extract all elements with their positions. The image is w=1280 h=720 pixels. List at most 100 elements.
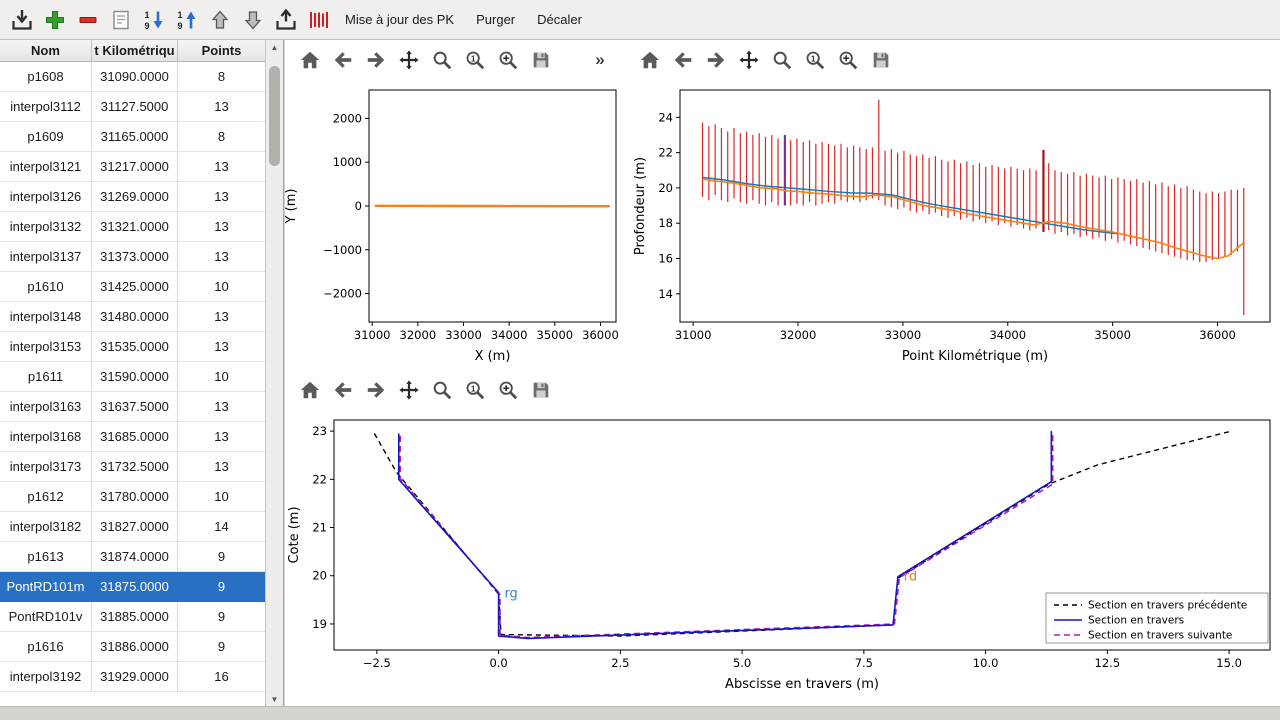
export-icon[interactable] [272, 6, 299, 33]
import-icon[interactable] [8, 6, 35, 33]
table-row[interactable]: interpol312631269.000013 [0, 182, 266, 212]
forward-icon[interactable] [363, 377, 389, 403]
table-row[interactable]: interpol311231127.500013 [0, 92, 266, 122]
zoom-one-icon[interactable] [462, 47, 488, 73]
edit-icon[interactable] [107, 6, 134, 33]
menu-purger[interactable]: Purger [467, 7, 524, 32]
table-row[interactable]: p161131590.000010 [0, 362, 266, 392]
table-row[interactable]: p161031425.000010 [0, 272, 266, 302]
back-icon[interactable] [330, 47, 356, 73]
pan-icon[interactable] [736, 47, 762, 73]
column-header-points[interactable]: Points [178, 40, 266, 61]
home-icon[interactable] [637, 47, 663, 73]
svg-text:14: 14 [658, 287, 673, 301]
table-cell: 31590.0000 [92, 362, 178, 392]
table-cell: interpol3121 [0, 152, 92, 182]
table-row[interactable]: PontRD101v31885.00009 [0, 602, 266, 632]
forward-icon[interactable] [703, 47, 729, 73]
pan-icon[interactable] [396, 47, 422, 73]
table-cell: interpol3112 [0, 92, 92, 122]
svg-text:20: 20 [658, 181, 673, 195]
move-up-icon[interactable] [206, 6, 233, 33]
table-row[interactable]: interpol314831480.000013 [0, 302, 266, 332]
zoom-one-icon[interactable] [802, 47, 828, 73]
table-cell: p1608 [0, 62, 92, 92]
zoom-icon[interactable] [429, 47, 455, 73]
table-row[interactable]: interpol312131217.000013 [0, 152, 266, 182]
home-icon[interactable] [297, 47, 323, 73]
back-icon[interactable] [670, 47, 696, 73]
svg-text:−2000: −2000 [323, 287, 362, 301]
add-icon[interactable] [41, 6, 68, 33]
svg-text:18: 18 [658, 216, 673, 230]
table-cell: 13 [178, 422, 266, 452]
scroll-up-icon[interactable]: ▲ [266, 40, 283, 54]
table-cell: 31885.0000 [92, 602, 178, 632]
toolbar-overflow-button[interactable]: » [587, 47, 613, 73]
table-row[interactable]: interpol319231929.000016 [0, 662, 266, 692]
longitudinal-profile-chart[interactable]: 3100032000330003400035000360001416182022… [630, 78, 1280, 370]
back-icon[interactable] [330, 377, 356, 403]
scroll-down-icon[interactable]: ▼ [266, 692, 283, 706]
table-cell: p1616 [0, 632, 92, 662]
forward-icon[interactable] [363, 47, 389, 73]
table-cell: interpol3148 [0, 302, 92, 332]
sort-desc-icon[interactable] [173, 6, 200, 33]
table-cell: 31535.0000 [92, 332, 178, 362]
table-cell: 31874.0000 [92, 542, 178, 572]
save-icon[interactable] [528, 377, 554, 403]
table-cell: interpol3173 [0, 452, 92, 482]
column-header-nom[interactable]: Nom [0, 40, 92, 61]
move-down-icon[interactable] [239, 6, 266, 33]
remove-icon[interactable] [74, 6, 101, 33]
zoom-plus-icon[interactable] [835, 47, 861, 73]
table-row[interactable]: interpol318231827.000014 [0, 512, 266, 542]
table-cell: 16 [178, 662, 266, 692]
menu-decaler[interactable]: Décaler [528, 7, 591, 32]
zoom-one-icon[interactable] [462, 377, 488, 403]
save-icon[interactable] [868, 47, 894, 73]
table-row[interactable]: interpol313231321.000013 [0, 212, 266, 242]
zoom-icon[interactable] [429, 377, 455, 403]
zoom-plus-icon[interactable] [495, 377, 521, 403]
svg-text:35000: 35000 [1094, 328, 1131, 342]
svg-text:−2.5: −2.5 [363, 656, 391, 670]
plan-view-chart[interactable]: 310003200033000340003500036000−2000−1000… [285, 78, 621, 370]
zoom-icon[interactable] [769, 47, 795, 73]
sort-asc-icon[interactable] [140, 6, 167, 33]
svg-text:2.5: 2.5 [611, 656, 629, 670]
sections-icon[interactable] [305, 6, 332, 33]
toolbar-icons [8, 6, 332, 33]
table-cell: PontRD101m [0, 572, 92, 602]
menu-mise-a-jour-des-pk[interactable]: Mise à jour des PK [336, 7, 463, 32]
svg-text:32000: 32000 [780, 328, 817, 342]
table-cell: 14 [178, 512, 266, 542]
bottom-strip [0, 706, 1280, 720]
table-row[interactable]: interpol313731373.000013 [0, 242, 266, 272]
table-row[interactable]: p161331874.00009 [0, 542, 266, 572]
table-row[interactable]: p161231780.000010 [0, 482, 266, 512]
zoom-plus-icon[interactable] [495, 47, 521, 73]
column-header-point-kilometrique[interactable]: t Kilométriqu [92, 40, 178, 61]
table-row[interactable]: interpol317331732.500013 [0, 452, 266, 482]
table-row[interactable]: interpol316331637.500013 [0, 392, 266, 422]
table-cell: 31165.0000 [92, 122, 178, 152]
scrollbar-thumb[interactable] [269, 66, 280, 166]
table-cell: 31127.5000 [92, 92, 178, 122]
main-toolbar: Mise à jour des PK Purger Décaler [0, 0, 1280, 40]
table-row[interactable]: PontRD101m31875.00009 [0, 572, 266, 602]
pan-icon[interactable] [396, 377, 422, 403]
table-row[interactable]: interpol315331535.000013 [0, 332, 266, 362]
table-cell: 13 [178, 332, 266, 362]
table-row[interactable]: p160831090.00008 [0, 62, 266, 92]
table-row[interactable]: interpol316831685.000013 [0, 422, 266, 452]
svg-text:0: 0 [355, 199, 362, 213]
cross-section-chart[interactable]: −2.50.02.55.07.510.012.515.01920212223Ab… [285, 406, 1280, 706]
table-scrollbar[interactable]: ▲ ▼ [265, 40, 283, 706]
save-icon[interactable] [528, 47, 554, 73]
table-row[interactable]: p161631886.00009 [0, 632, 266, 662]
table-cell: 13 [178, 302, 266, 332]
table-cell: 9 [178, 632, 266, 662]
table-row[interactable]: p160931165.00008 [0, 122, 266, 152]
home-icon[interactable] [297, 377, 323, 403]
